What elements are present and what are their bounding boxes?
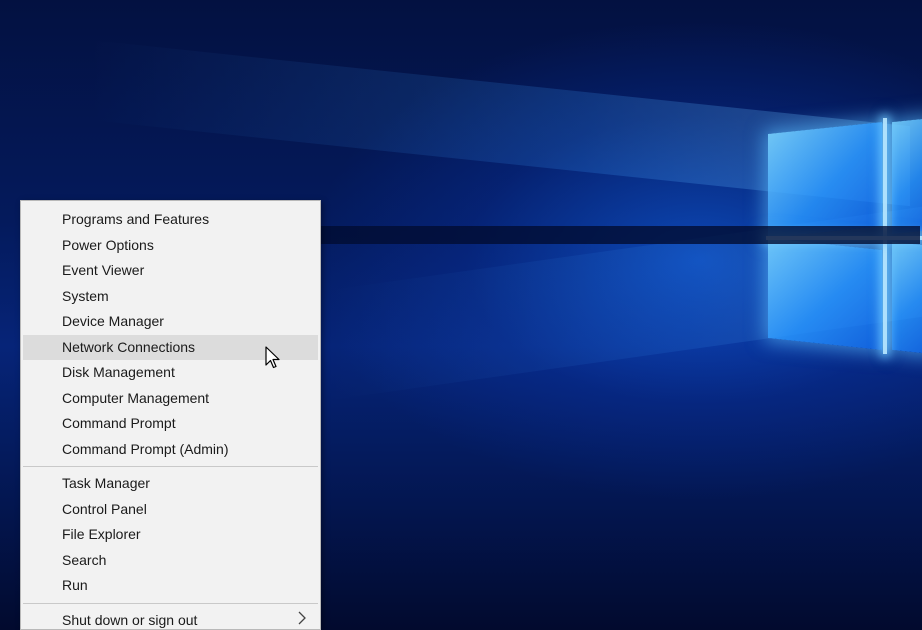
menu-separator xyxy=(23,602,318,604)
mouse-pointer-icon xyxy=(265,346,280,369)
menu-item-event-viewer[interactable]: Event Viewer xyxy=(23,258,318,284)
wallpaper-window-pane xyxy=(892,241,922,355)
wallpaper-window-pane xyxy=(768,122,882,238)
menu-item-label: Shut down or sign out xyxy=(62,611,198,628)
menu-group-system-tools: Programs and Features Power Options Even… xyxy=(21,201,320,462)
menu-item-run[interactable]: Run xyxy=(23,573,318,599)
menu-item-power-options[interactable]: Power Options xyxy=(23,233,318,259)
menu-item-shut-down-or-sign-out[interactable]: Shut down or sign out xyxy=(23,608,318,630)
menu-item-search[interactable]: Search xyxy=(23,548,318,574)
menu-item-control-panel[interactable]: Control Panel xyxy=(23,497,318,523)
menu-item-programs-and-features[interactable]: Programs and Features xyxy=(23,207,318,233)
menu-item-file-explorer[interactable]: File Explorer xyxy=(23,522,318,548)
wallpaper-window-pane xyxy=(768,238,882,350)
menu-item-device-manager[interactable]: Device Manager xyxy=(23,309,318,335)
menu-item-command-prompt[interactable]: Command Prompt xyxy=(23,411,318,437)
menu-item-system[interactable]: System xyxy=(23,284,318,310)
menu-item-computer-management[interactable]: Computer Management xyxy=(23,386,318,412)
menu-separator xyxy=(23,466,318,467)
menu-item-task-manager[interactable]: Task Manager xyxy=(23,471,318,497)
power-user-menu: Programs and Features Power Options Even… xyxy=(20,200,321,630)
menu-group-power: Shut down or sign out xyxy=(21,608,320,630)
wallpaper-window-pane xyxy=(892,117,922,235)
menu-item-command-prompt-admin[interactable]: Command Prompt (Admin) xyxy=(23,437,318,463)
menu-group-apps: Task Manager Control Panel File Explorer… xyxy=(21,471,320,599)
chevron-right-icon xyxy=(298,608,306,630)
wallpaper-shadow-band xyxy=(320,226,920,244)
